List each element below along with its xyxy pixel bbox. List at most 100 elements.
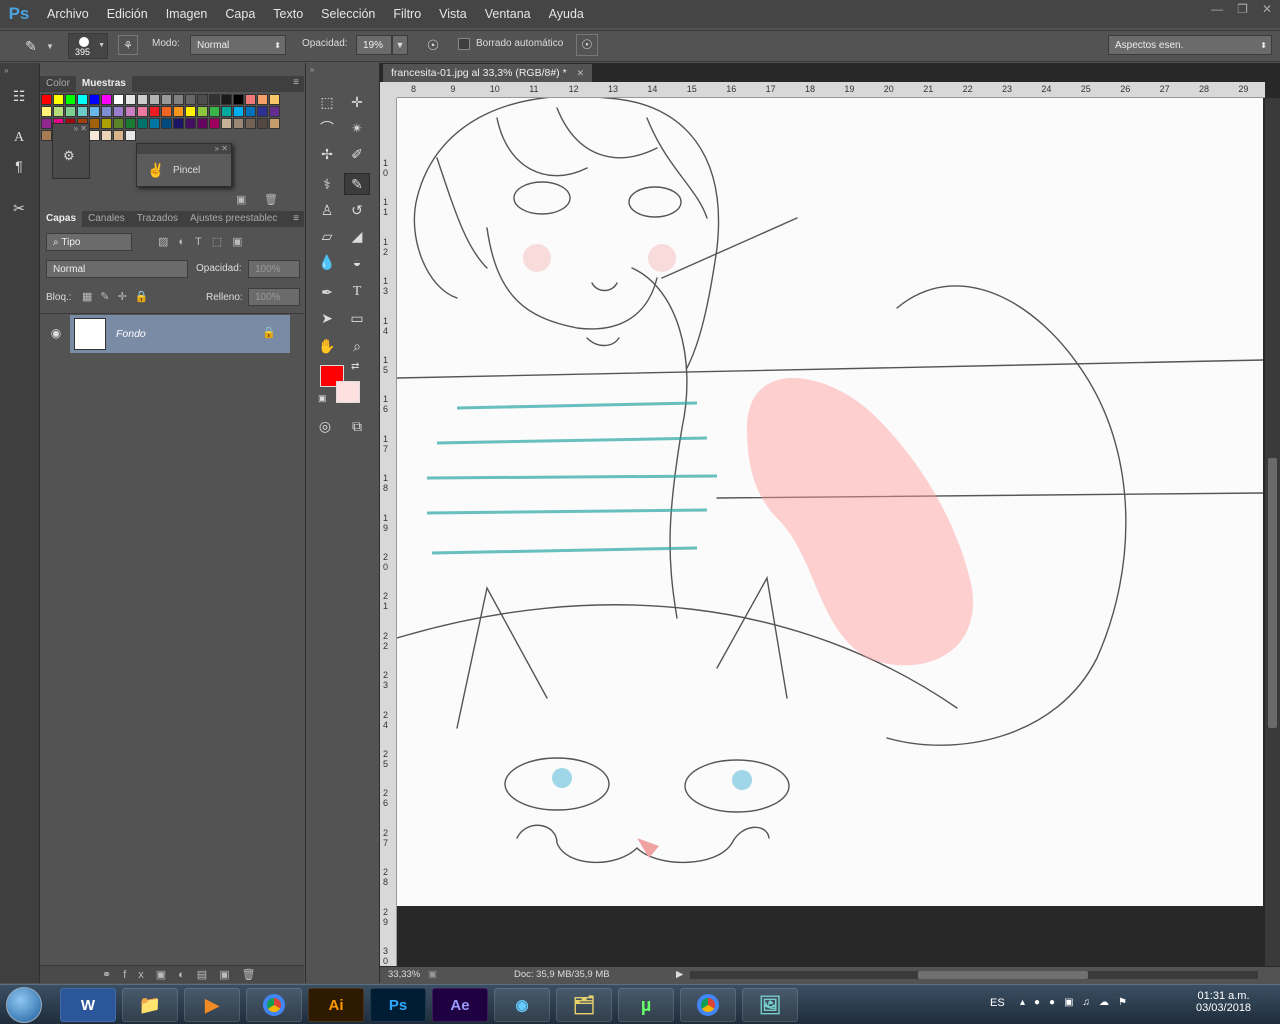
pen-tool-icon[interactable]: ✒ [314,281,340,303]
panel-menu-icon[interactable]: ≡ [293,213,299,224]
lock-icons[interactable]: ▦✎✛🔒 [82,290,157,303]
color-swatch[interactable] [245,106,256,117]
close-icon[interactable]: ✕ [1262,2,1272,16]
color-swatch[interactable] [113,94,124,105]
pressure-opacity-icon[interactable]: ☉ [422,34,444,56]
color-swatch[interactable] [77,94,88,105]
eye-icon[interactable]: ◉ [44,315,68,351]
color-swatch[interactable] [101,130,112,141]
collapse-icon[interactable]: » [310,65,314,74]
magic-wand-icon[interactable]: ✴ [344,117,370,139]
color-swatch[interactable] [161,106,172,117]
healing-brush-icon[interactable]: ⚕ [314,173,340,195]
expand-icon[interactable]: » [4,66,8,75]
color-swatch[interactable] [185,94,196,105]
color-swatch[interactable] [233,106,244,117]
color-swatch[interactable] [53,106,64,117]
color-swatch[interactable] [113,106,124,117]
dodge-tool-icon[interactable]: ◒ [344,251,370,273]
restore-icon[interactable]: ❐ [1237,2,1248,16]
ruler-horizontal[interactable]: 8 9 10 11 12 13 14 15 16 17 18 19 20 21 22 23 24 25 26 27 28… [397,82,1265,98]
color-swatch[interactable] [161,118,172,129]
tool-presets-icon[interactable]: ✂ [6,197,32,219]
brush-tool-icon[interactable]: ✎ [344,173,370,195]
color-swatch[interactable] [125,106,136,117]
illustrator-icon[interactable]: Ai [308,988,364,1022]
tab-color[interactable]: Color [40,76,76,92]
layer-row-fondo[interactable]: Fondo 🔒 [70,315,290,353]
color-swatch[interactable] [221,106,232,117]
scroll-thumb[interactable] [918,971,1088,979]
color-swatch[interactable] [185,106,196,117]
color-swatch[interactable] [125,118,136,129]
color-swatch[interactable] [77,106,88,117]
color-swatch[interactable] [197,94,208,105]
scroll-thumb[interactable] [1268,458,1277,728]
brush-size-picker[interactable]: 395 ▼ [68,33,108,59]
menu-texto[interactable]: Texto [264,7,312,21]
color-swatch[interactable] [137,94,148,105]
layer-filter-select[interactable]: ⌕ Tipo [46,233,132,251]
color-swatch[interactable] [65,106,76,117]
zoom-level[interactable]: 33,33% [388,969,420,980]
color-swatch[interactable] [209,118,220,129]
brush-panel-toggle-icon[interactable]: ⚘ [118,35,138,55]
character-icon[interactable]: A [6,127,32,149]
color-swatch[interactable] [89,106,100,117]
menu-edicion[interactable]: Edición [98,7,157,21]
share-icon[interactable]: ▣ [428,969,437,980]
document-tab[interactable]: francesita-01.jpg al 33,3% (RGB/8#) * ✕ [383,64,593,82]
close-icon[interactable]: » ✕ [137,144,231,154]
chevron-down-icon[interactable]: ▼ [46,42,54,51]
color-swatch[interactable] [89,118,100,129]
marquee-tool-icon[interactable]: ⬚ [314,91,340,113]
menu-ayuda[interactable]: Ayuda [540,7,593,21]
menu-filtro[interactable]: Filtro [384,7,430,21]
type-tool-icon[interactable]: T [344,281,370,303]
color-swatch[interactable] [233,94,244,105]
color-swatch[interactable] [41,130,52,141]
move-tool-icon[interactable]: ✛ [344,91,370,113]
eyedropper-icon[interactable]: ✐ [344,143,370,165]
menu-archivo[interactable]: Archivo [38,7,98,21]
color-swatch[interactable] [149,106,160,117]
rectangle-tool-icon[interactable]: ▭ [344,307,370,329]
menu-vista[interactable]: Vista [430,7,476,21]
brush-tool-preset-icon[interactable]: ✎ [18,36,44,56]
utorrent-icon[interactable]: µ [618,988,674,1022]
color-swatch[interactable] [89,94,100,105]
color-swatch[interactable] [173,106,184,117]
layer-opacity-input[interactable]: 100% [248,260,300,278]
trash-icon[interactable]: 🗑 [264,193,278,206]
fill-input[interactable]: 100% [248,288,300,306]
clock[interactable]: 01:31 a.m. 03/03/2018 [1196,990,1251,1014]
eraser-icon[interactable]: ▱ [314,225,340,247]
color-swatch[interactable] [173,94,184,105]
horizontal-scrollbar[interactable] [690,971,1258,979]
opacity-dropdown-button[interactable]: ▼ [392,35,408,55]
color-swatch[interactable] [269,94,280,105]
minimize-icon[interactable]: — [1211,2,1223,16]
artwork-canvas[interactable] [397,98,1263,906]
layer-footer-icons[interactable]: ⚭fx▣◐▤▣🗑 [102,968,268,981]
hand-tool-icon[interactable]: ✋ [314,335,340,357]
color-swatch[interactable] [65,94,76,105]
color-swatch[interactable] [101,106,112,117]
color-swatch[interactable] [197,118,208,129]
language-indicator[interactable]: ES [990,997,1005,1009]
ruler-origin[interactable] [380,82,397,98]
color-swatch[interactable] [149,118,160,129]
tray-icons[interactable]: ▴●●▣♫☁⚑ [1020,997,1136,1008]
blend-mode-select[interactable]: Normal [46,260,188,278]
color-swatch[interactable] [173,118,184,129]
color-swatch[interactable] [137,106,148,117]
lasso-tool-icon[interactable]: ⌒ [314,117,340,139]
color-swatch[interactable] [161,94,172,105]
color-swatch[interactable] [233,118,244,129]
color-swatch[interactable] [113,130,124,141]
color-swatch[interactable] [197,106,208,117]
screen-mode-icon[interactable]: ⧉ [344,415,370,437]
photoshop-icon[interactable]: Ps [370,988,426,1022]
color-swatch[interactable] [53,94,64,105]
color-swatch[interactable] [125,130,136,141]
